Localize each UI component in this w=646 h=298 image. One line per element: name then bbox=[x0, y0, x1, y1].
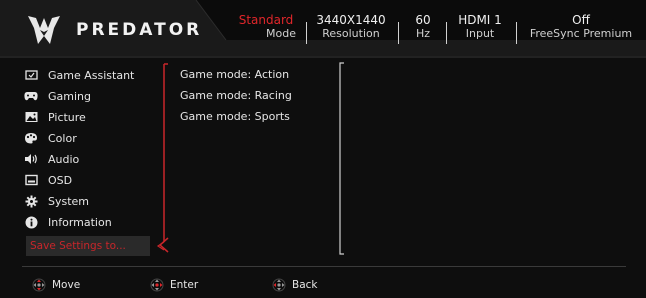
footer-back-label: Back bbox=[292, 279, 318, 291]
menu-item-label: Game Assistant bbox=[48, 68, 135, 82]
menu-item-information[interactable]: Information bbox=[24, 213, 164, 231]
status-divider bbox=[516, 22, 517, 44]
submenu-item-sports[interactable]: Game mode: Sports bbox=[180, 110, 290, 123]
value-panel-bracket bbox=[339, 62, 344, 255]
menu-item-label: Information bbox=[48, 215, 112, 229]
status-mode-value: Standard bbox=[238, 13, 294, 27]
status-input: HDMI 1 Input bbox=[452, 13, 508, 41]
status-divider bbox=[446, 22, 447, 44]
predator-logo-icon bbox=[28, 16, 60, 44]
footer-move: Move bbox=[32, 278, 80, 292]
dpad-move-icon bbox=[32, 278, 46, 292]
status-freesync-value: Off bbox=[572, 13, 590, 27]
menu-item-game-assistant[interactable]: Game Assistant bbox=[24, 66, 164, 84]
osd-icon bbox=[24, 173, 38, 187]
menu-item-label: Save Settings to... bbox=[30, 240, 126, 252]
footer-enter-label: Enter bbox=[170, 279, 199, 291]
menu-item-save-settings[interactable]: Save Settings to... bbox=[26, 236, 150, 256]
menu-item-label: OSD bbox=[48, 173, 73, 187]
submenu-item-racing[interactable]: Game mode: Racing bbox=[180, 89, 292, 102]
status-divider bbox=[398, 22, 399, 44]
status-freesync-label: FreeSync Premium bbox=[529, 27, 633, 40]
menu-item-color[interactable]: Color bbox=[24, 129, 164, 147]
status-refresh-label: Hz bbox=[415, 27, 431, 40]
menu-item-label: Picture bbox=[48, 110, 86, 124]
status-refresh: 60 Hz bbox=[408, 13, 438, 41]
menu-item-audio[interactable]: Audio bbox=[24, 150, 164, 168]
game-assistant-icon bbox=[24, 68, 38, 82]
status-resolution: 3440X1440 Resolution bbox=[312, 13, 390, 41]
status-mode: Standard Mode bbox=[232, 13, 300, 41]
submenu-item-action[interactable]: Game mode: Action bbox=[180, 68, 289, 81]
status-refresh-value: 60 bbox=[415, 13, 431, 27]
status-resolution-value: 3440X1440 bbox=[316, 13, 386, 27]
footer-move-label: Move bbox=[52, 279, 81, 291]
status-mode-label: Mode bbox=[266, 27, 296, 40]
status-input-label: Input bbox=[465, 27, 495, 40]
speaker-icon bbox=[24, 152, 38, 166]
picture-icon bbox=[24, 110, 38, 124]
osd-window: PREDATOR Standard Mode 3440X1440 Resolut… bbox=[0, 0, 646, 298]
header: PREDATOR Standard Mode 3440X1440 Resolut… bbox=[0, 0, 646, 58]
menu-item-label: System bbox=[48, 194, 90, 208]
status-resolution-label: Resolution bbox=[322, 27, 380, 40]
footer-enter: Enter bbox=[150, 278, 198, 292]
status-input-value: HDMI 1 bbox=[458, 13, 502, 27]
palette-icon bbox=[24, 131, 38, 145]
menu-item-label: Color bbox=[48, 131, 77, 145]
gamepad-icon bbox=[24, 89, 38, 103]
footer-back: Back bbox=[272, 278, 318, 292]
brand-name: PREDATOR bbox=[76, 20, 203, 40]
dpad-back-icon bbox=[272, 278, 286, 292]
menu-item-osd[interactable]: OSD bbox=[24, 171, 164, 189]
menu-item-system[interactable]: System bbox=[24, 192, 164, 210]
menu-item-gaming[interactable]: Gaming bbox=[24, 87, 164, 105]
status-freesync: Off FreeSync Premium bbox=[524, 13, 638, 41]
menu-item-picture[interactable]: Picture bbox=[24, 108, 164, 126]
menu-item-label: Gaming bbox=[48, 89, 91, 103]
footer-divider bbox=[22, 266, 626, 267]
menu-bracket bbox=[156, 63, 169, 253]
info-icon bbox=[24, 215, 38, 229]
dpad-enter-icon bbox=[150, 278, 164, 292]
status-divider bbox=[306, 22, 307, 44]
menu-item-label: Audio bbox=[48, 152, 80, 166]
gear-icon bbox=[24, 194, 38, 208]
